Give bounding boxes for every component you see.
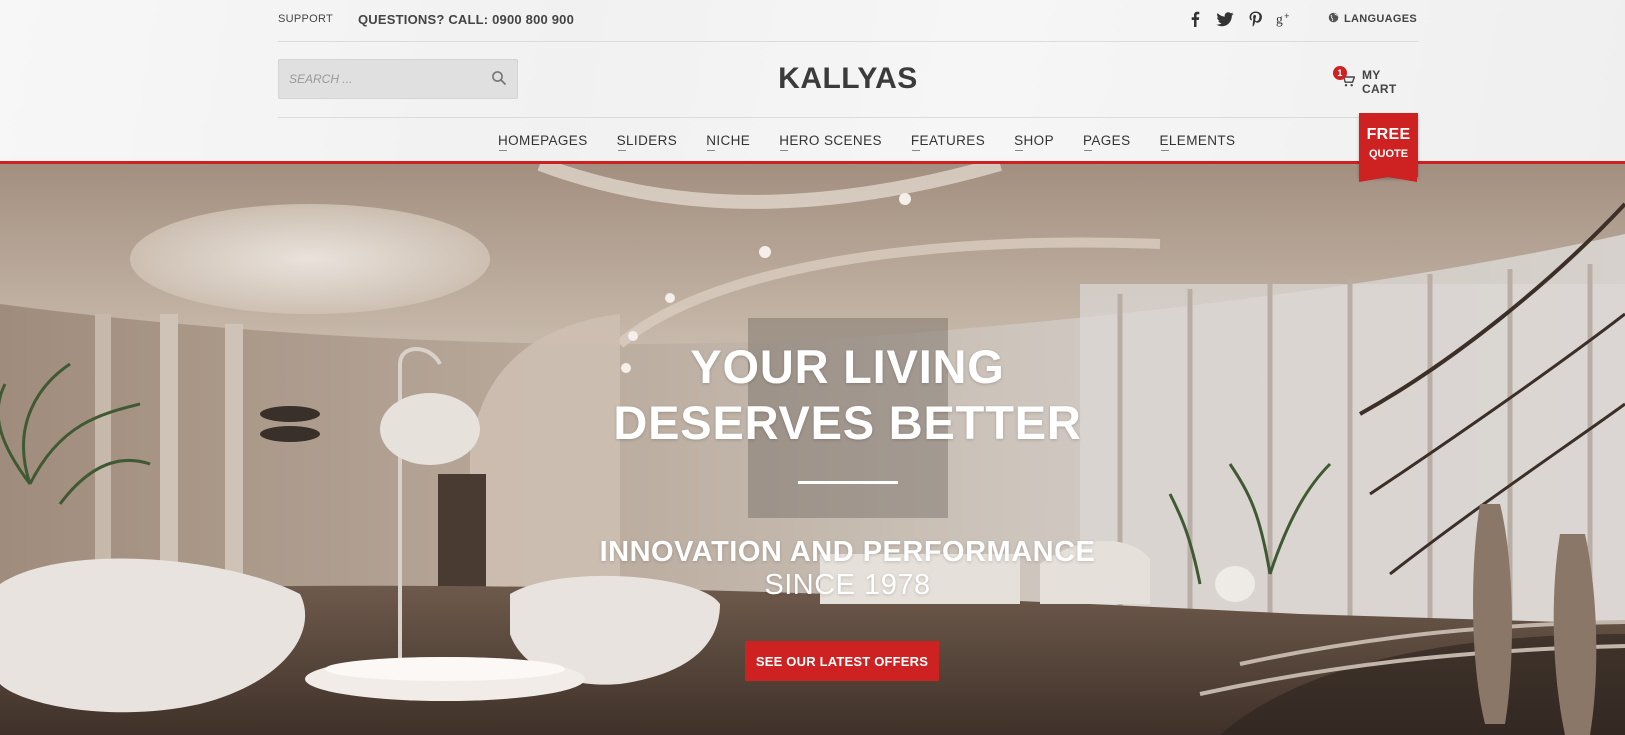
languages-selector[interactable]: LANGUAGES xyxy=(1328,12,1417,26)
facebook-icon[interactable] xyxy=(1186,9,1204,29)
social-icons: g + xyxy=(1186,9,1294,29)
pinterest-icon[interactable] xyxy=(1246,9,1264,29)
nav-item-elements[interactable]: ELEMENTS xyxy=(1160,133,1236,151)
search-form xyxy=(278,59,518,99)
svg-text:g: g xyxy=(1276,12,1283,27)
latest-offers-button[interactable]: SEE OUR LATEST OFFERS xyxy=(745,641,939,681)
site-logo[interactable]: KALLYAS xyxy=(748,62,948,96)
free-quote-button[interactable]: FREE QUOTE xyxy=(1359,113,1418,182)
nav-item-features[interactable]: FEATURES xyxy=(911,133,985,151)
nav-item-pages[interactable]: PAGES xyxy=(1083,133,1131,151)
phone-info: QUESTIONS? CALL: 0900 800 900 xyxy=(358,12,575,27)
globe-icon xyxy=(1328,12,1339,26)
header-container: SUPPORT QUESTIONS? CALL: 0900 800 900 g + xyxy=(278,0,1418,182)
cart-link[interactable]: 1 MY CART xyxy=(1333,66,1418,96)
cart-label: MY CART xyxy=(1362,68,1397,96)
site-header: SUPPORT QUESTIONS? CALL: 0900 800 900 g + xyxy=(0,0,1625,182)
quote-line2: QUOTE xyxy=(1368,148,1409,160)
search-input[interactable] xyxy=(279,60,479,98)
hero-subtitle-line2: SINCE 1978 xyxy=(764,569,931,601)
main-navigation: HOMEPAGES SLIDERS NICHE HERO SCENES FEAT… xyxy=(498,133,1264,151)
nav-item-hero-scenes[interactable]: HERO SCENES xyxy=(779,133,882,151)
hero-subtitle-line1: INNOVATION AND PERFORMANCE xyxy=(599,536,1096,568)
hero-divider xyxy=(798,481,898,484)
hero-title-line2: DESERVES BETTER xyxy=(613,396,1082,449)
nav-item-homepages[interactable]: HOMEPAGES xyxy=(498,133,588,151)
nav-item-sliders[interactable]: SLIDERS xyxy=(617,133,678,151)
top-bar: SUPPORT QUESTIONS? CALL: 0900 800 900 g + xyxy=(278,0,1418,42)
quote-line1: FREE xyxy=(1366,126,1411,143)
support-link[interactable]: SUPPORT xyxy=(278,13,333,25)
languages-label: LANGUAGES xyxy=(1344,13,1417,25)
hero-section: YOUR LIVING DESERVES BETTER INNOVATION A… xyxy=(0,164,1625,735)
search-icon[interactable] xyxy=(491,70,509,88)
google-plus-icon[interactable]: g + xyxy=(1276,9,1294,29)
nav-item-niche[interactable]: NICHE xyxy=(706,133,750,151)
svg-text:+: + xyxy=(1284,11,1289,21)
nav-item-shop[interactable]: SHOP xyxy=(1014,133,1054,151)
hero-title: YOUR LIVING DESERVES BETTER xyxy=(0,339,1625,451)
nav-divider xyxy=(278,117,1418,118)
cart-count-badge: 1 xyxy=(1333,66,1347,80)
twitter-icon[interactable] xyxy=(1216,9,1234,29)
hero-title-line1: YOUR LIVING xyxy=(690,340,1005,393)
